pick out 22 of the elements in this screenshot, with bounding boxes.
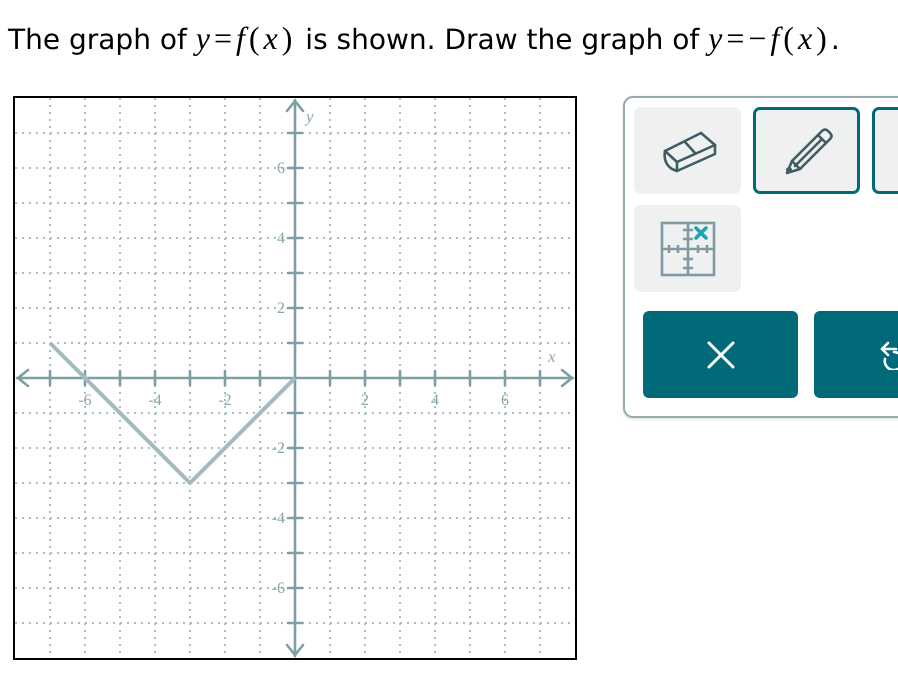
tick-label: -4	[148, 392, 162, 409]
tick-label: -4	[272, 510, 285, 527]
tick-label: -2	[272, 440, 285, 457]
axis-label: x	[548, 347, 556, 366]
graph-panel[interactable]: -6 -4 -2 2 4 6 -6 -4 -2 2 4 6 x y	[13, 96, 577, 660]
grid-point-icon	[660, 220, 716, 276]
tick-label: -6	[272, 580, 285, 597]
point-tool-button[interactable]	[634, 205, 741, 292]
eraser-tool-button[interactable]	[634, 107, 741, 194]
tick-label: -6	[78, 392, 92, 409]
tick-label: -2	[218, 392, 232, 409]
tick-label: 4	[431, 392, 439, 409]
question-text: The graph of y=f(x) is shown. Draw the graph of y=−f(x).	[8, 19, 841, 58]
tick-label: 6	[501, 392, 509, 409]
close-icon	[706, 340, 734, 368]
tick-label: 6	[277, 160, 285, 177]
undo-icon	[878, 340, 898, 370]
pencil-tool-button[interactable]	[753, 107, 860, 194]
axis-label: y	[306, 107, 314, 126]
tick-label: 4	[277, 230, 285, 247]
tick-label: 2	[361, 392, 369, 409]
tick-label: 2	[277, 300, 285, 317]
